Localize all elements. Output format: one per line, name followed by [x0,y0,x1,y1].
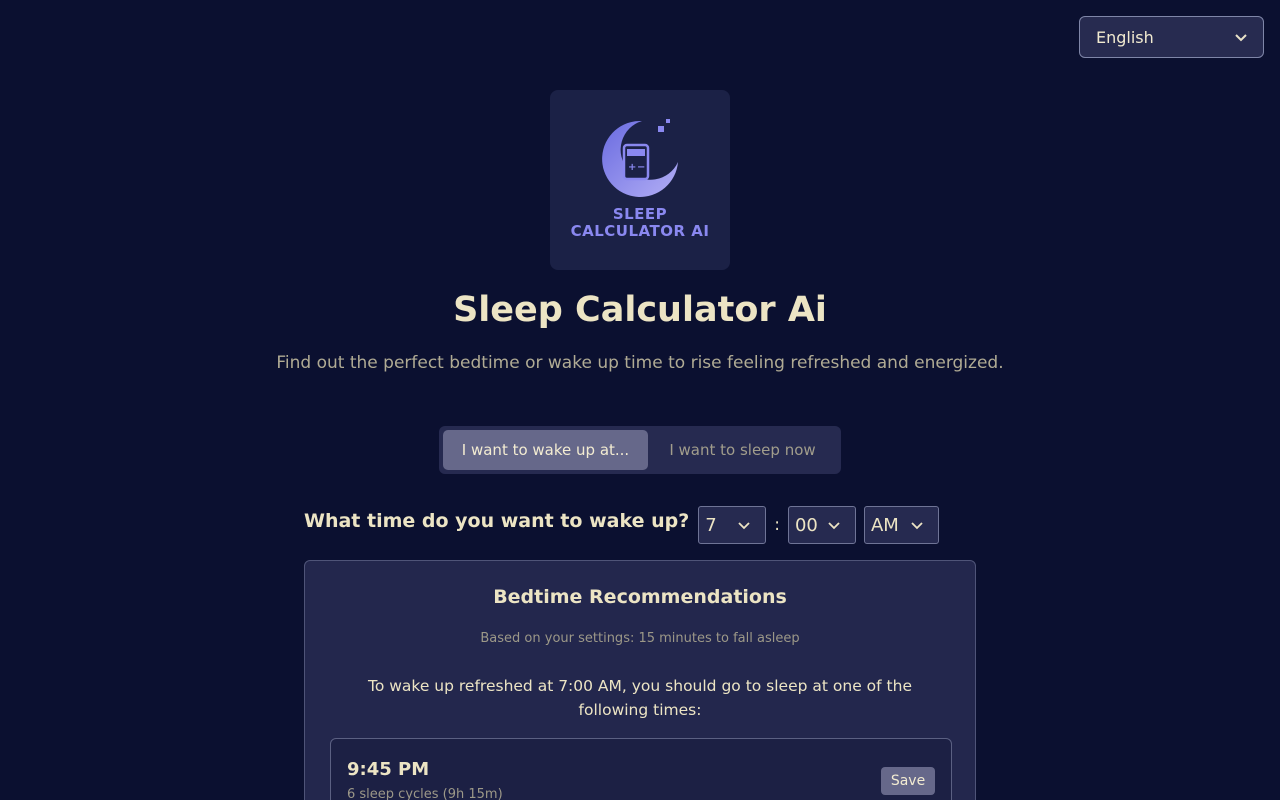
recommendations-title: Bedtime Recommendations [493,586,787,608]
minute-value: 00 [794,514,818,536]
time-separator: : [774,515,780,535]
minute-select[interactable]: 00 [787,506,856,544]
recommendations-intro: To wake up refreshed at 7:00 AM, you sho… [368,677,912,719]
chevron-down-icon [828,522,840,530]
recommendations-note: Based on your settings: 15 minutes to fa… [480,631,800,646]
recommendation-item: 9:45 PM 6 sleep cycles (9h 15m) Save [330,738,952,800]
page-subtitle: Find out the perfect bedtime or wake up … [276,353,1004,373]
language-value: English [1096,27,1154,47]
hour-value: 7 [705,514,717,536]
bedtime-recommendations-card: Bedtime Recommendations Based on your se… [304,560,976,800]
wake-up-mode-button[interactable]: I want to wake up at... [443,430,648,470]
svg-text:+: + [628,162,636,173]
period-value: AM [870,514,899,536]
recommendation-cycles: 6 sleep cycles (9h 15m) [347,787,503,800]
page-title: Sleep Calculator Ai [453,290,827,330]
logo-wordmark: SLEEP CALCULATOR AI [550,206,730,240]
chevron-down-icon [1235,34,1247,42]
svg-text:−: − [637,162,645,173]
wake-time-label: What time do you want to wake up? [304,510,690,532]
mode-toggle: I want to wake up at... I want to sleep … [439,426,841,474]
chevron-down-icon [911,522,923,530]
logo-line-2: CALCULATOR AI [570,222,710,240]
hour-select[interactable]: 7 [698,506,767,544]
app-logo: + − SLEEP CALCULATOR AI [550,90,730,270]
moon-calculator-icon: + − [602,119,678,197]
am-pm-select[interactable]: AM [863,506,939,544]
language-select[interactable]: English [1079,16,1264,58]
save-button[interactable]: Save [881,767,935,795]
sleep-now-mode-button[interactable]: I want to sleep now [648,430,837,470]
wake-time-row: What time do you want to wake up? 7 : 00… [304,506,939,544]
chevron-down-icon [738,522,750,530]
logo-line-1: SLEEP [612,205,668,223]
recommendation-time: 9:45 PM [347,759,430,780]
page: English + − SLEEP CALCULATOR AI Sleep Ca… [0,0,1280,800]
